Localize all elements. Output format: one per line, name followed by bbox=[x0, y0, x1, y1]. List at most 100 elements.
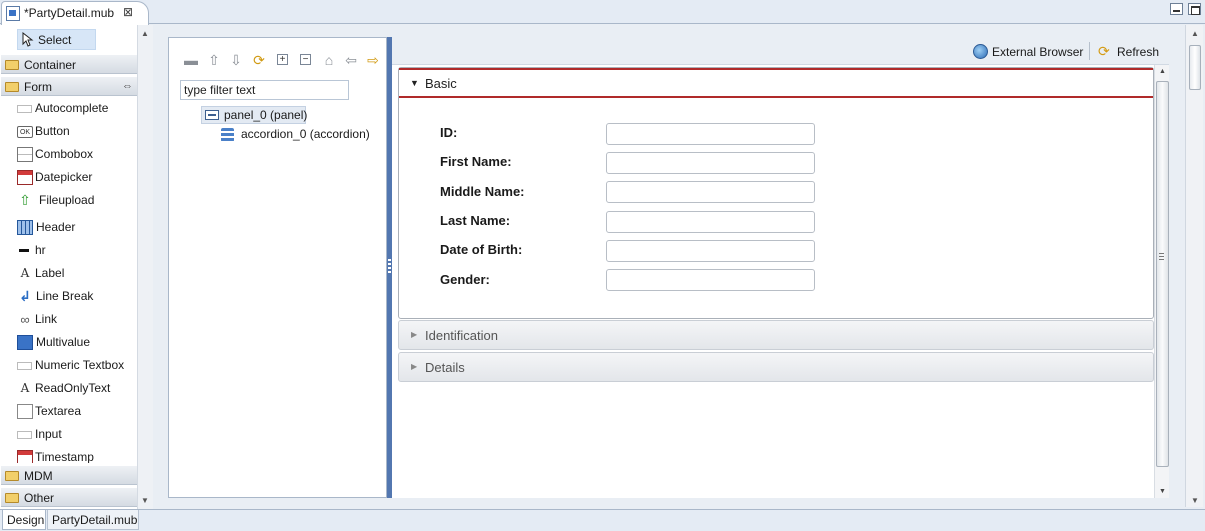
drawer-container[interactable]: Container bbox=[1, 54, 137, 74]
id-field[interactable] bbox=[606, 123, 815, 145]
readonly-a-icon: A bbox=[20, 381, 30, 395]
palette-item-datepicker[interactable]: Datepicker bbox=[1, 166, 137, 189]
refresh-icon: ⟳ bbox=[1098, 43, 1110, 59]
middle-name-field[interactable] bbox=[606, 181, 815, 203]
collapsed-triangle-icon: ▶ bbox=[411, 330, 418, 339]
move-up-icon[interactable]: ⇧ bbox=[206, 52, 222, 68]
tree-node-label: accordion_0 (accordion) bbox=[241, 127, 370, 141]
tab-design[interactable]: Design bbox=[2, 510, 46, 530]
palette-item-label-widget[interactable]: A Label bbox=[1, 262, 137, 285]
accordion-header-basic[interactable]: ▼ Basic bbox=[399, 68, 1153, 98]
palette-item-label: Header bbox=[36, 220, 76, 234]
tree-node-label: panel_0 (panel) bbox=[224, 108, 308, 122]
editor-tab-partydetail[interactable]: *PartyDetail.mub ⊠ bbox=[1, 1, 149, 25]
drawer-label: Container bbox=[24, 58, 77, 72]
palette-scrollbar[interactable]: ▲ ▼ bbox=[137, 25, 153, 509]
palette-item-label: Link bbox=[35, 312, 58, 326]
gender-field[interactable] bbox=[606, 269, 815, 291]
first-name-field[interactable] bbox=[606, 152, 815, 174]
home-icon[interactable]: ⌂ bbox=[321, 52, 337, 68]
arrow-cursor-icon bbox=[22, 32, 34, 47]
editor-scrollbar[interactable]: ▲ ▼ bbox=[1185, 25, 1203, 507]
accordion-section-basic: ▼ Basic ID: First Name: Middle Name: Las… bbox=[398, 67, 1154, 319]
palette-item-input[interactable]: Input bbox=[1, 423, 137, 446]
scroll-up-icon[interactable]: ▲ bbox=[1191, 29, 1199, 38]
scroll-thumb[interactable] bbox=[1156, 81, 1169, 467]
palette-item-numeric-textbox[interactable]: Numeric Textbox bbox=[1, 354, 137, 377]
palette-item-textarea[interactable]: Textarea bbox=[1, 400, 137, 423]
palette-item-label: Line Break bbox=[36, 289, 94, 303]
minimize-icon[interactable] bbox=[1170, 3, 1183, 15]
field-label: Last Name: bbox=[440, 213, 511, 228]
tab-source[interactable]: PartyDetail.mub bbox=[47, 510, 139, 530]
palette-item-link[interactable]: ∞ Link bbox=[1, 308, 137, 331]
palette-item-fileupload[interactable]: ⇧ Fileupload bbox=[1, 189, 137, 212]
collapse-all-icon[interactable]: − bbox=[300, 54, 311, 65]
globe-icon bbox=[973, 44, 988, 59]
maximize-icon[interactable] bbox=[1188, 3, 1201, 15]
editor-page-tabs: Design PartyDetail.mub bbox=[0, 509, 1205, 531]
palette-item-header[interactable]: Header bbox=[1, 216, 137, 239]
drawer-mdm[interactable]: MDM bbox=[1, 465, 137, 485]
outline-panel: ▬ ⇧ ⇩ ⟳ + − ⌂ ⇦ ⇨ panel_0 (panel) accord… bbox=[168, 37, 387, 498]
back-icon[interactable]: ⇦ bbox=[343, 52, 359, 68]
upload-arrow-icon: ⇧ bbox=[19, 192, 31, 208]
palette-item-label: Datepicker bbox=[35, 170, 93, 184]
splitter-grip-icon bbox=[388, 259, 391, 275]
tree-node-panel[interactable]: panel_0 (panel) bbox=[201, 106, 308, 124]
scroll-up-icon[interactable]: ▲ bbox=[1159, 68, 1166, 75]
drawer-label: MDM bbox=[24, 469, 53, 483]
date-of-birth-field[interactable] bbox=[606, 240, 815, 262]
accordion-title: Basic bbox=[425, 76, 457, 91]
palette-item-label: Fileupload bbox=[39, 193, 95, 207]
palette-item-button[interactable]: OK Button bbox=[1, 120, 137, 143]
palette-item-label: hr bbox=[35, 243, 46, 257]
palette-item-label: Numeric Textbox bbox=[35, 358, 125, 372]
scroll-down-icon[interactable]: ▼ bbox=[1191, 496, 1199, 505]
palette-item-hr[interactable]: hr bbox=[1, 239, 137, 262]
pin-drawer-icon[interactable]: ⇔ bbox=[122, 80, 133, 92]
scroll-down-icon[interactable]: ▼ bbox=[1159, 488, 1166, 495]
sync-icon[interactable]: ⟳ bbox=[251, 52, 267, 68]
textarea-icon bbox=[17, 404, 33, 419]
panel-icon bbox=[205, 110, 219, 120]
drawer-form[interactable]: Form ⇔ bbox=[1, 76, 137, 96]
forward-icon[interactable]: ⇨ bbox=[365, 52, 381, 68]
palette-item-timestamp[interactable]: Timestamp bbox=[1, 446, 137, 463]
accordion-icon bbox=[221, 128, 234, 142]
palette-item-multivalue[interactable]: Multivalue bbox=[1, 331, 137, 354]
remove-icon[interactable]: ▬ bbox=[183, 52, 199, 68]
palette-item-combobox[interactable]: Combobox bbox=[1, 143, 137, 166]
palette-select-label: Select bbox=[38, 33, 72, 47]
palette-item-readonlytext[interactable]: A ReadOnlyText bbox=[1, 377, 137, 400]
move-down-icon[interactable]: ⇩ bbox=[228, 52, 244, 68]
preview-scrollbar[interactable]: ▲ ▼ bbox=[1154, 65, 1169, 498]
filter-input[interactable] bbox=[180, 80, 349, 100]
palette-select-tool[interactable]: Select bbox=[17, 29, 96, 50]
refresh-label: Refresh bbox=[1117, 45, 1160, 59]
drawer-label: Other bbox=[24, 491, 55, 505]
horizontal-rule-icon bbox=[17, 243, 33, 258]
collapsed-triangle-icon: ▶ bbox=[411, 362, 418, 371]
palette-item-label: Input bbox=[35, 427, 62, 441]
scroll-up-icon[interactable]: ▲ bbox=[141, 29, 149, 38]
editor-tab-title: *PartyDetail.mub bbox=[24, 6, 115, 20]
drawer-other[interactable]: Other bbox=[1, 487, 137, 507]
expand-all-icon[interactable]: + bbox=[277, 54, 288, 65]
palette-item-line-break[interactable]: ↲ Line Break bbox=[1, 285, 137, 308]
toolbar-separator bbox=[1089, 42, 1090, 60]
accordion-header-details[interactable]: ▶ Details bbox=[398, 352, 1154, 382]
close-icon[interactable]: ⊠ bbox=[123, 5, 133, 19]
input-box-icon bbox=[17, 362, 32, 370]
chain-link-icon: ∞ bbox=[20, 312, 30, 327]
field-label: Middle Name: bbox=[440, 184, 525, 199]
tree-node-accordion[interactable]: accordion_0 (accordion) bbox=[221, 126, 381, 144]
calendar-icon bbox=[17, 450, 33, 463]
scroll-down-icon[interactable]: ▼ bbox=[141, 496, 149, 505]
expanded-triangle-icon: ▼ bbox=[410, 78, 419, 88]
palette-item-autocomplete[interactable]: Autocomplete bbox=[1, 97, 137, 120]
accordion-header-identification[interactable]: ▶ Identification bbox=[398, 320, 1154, 350]
scroll-thumb[interactable] bbox=[1189, 45, 1201, 90]
palette: Select Container Form ⇔ Autocomplete OK … bbox=[0, 25, 153, 509]
last-name-field[interactable] bbox=[606, 211, 815, 233]
